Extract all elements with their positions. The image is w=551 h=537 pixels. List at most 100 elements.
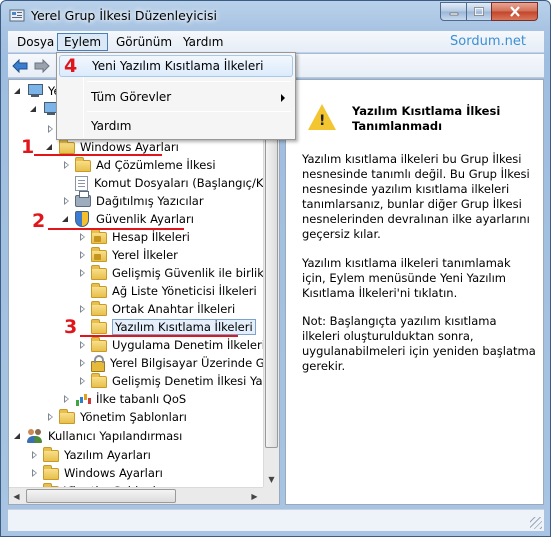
tree-node[interactable]: Güvenlik Ayarları [61,210,194,228]
menu-item-new-software-restriction-policies[interactable]: Yeni Yazılım Kısıtlama İlkeleri [59,55,293,77]
collapse-arrow-icon[interactable] [13,86,23,96]
lock-folder-icon [91,247,107,262]
description-paragraph: Not: Başlangıçta yazılım kısıtlama ilkel… [302,314,536,373]
resize-grip-icon[interactable] [530,517,542,529]
folder-icon [91,373,107,388]
folder-icon [43,447,59,462]
tree-node-label: Hesap İlkeleri [112,230,190,244]
group-policy-app-icon [9,9,25,22]
minimize-button[interactable] [440,2,467,21]
folder-icon [91,301,107,316]
tree-node[interactable]: Gelişmiş Güvenlik ile birlikte W [77,264,279,282]
tree-node-label: Güvenlik Ayarları [96,212,194,226]
title-bar[interactable]: Yerel Grup İlkesi Düzenleyicisi [1,1,550,31]
tree-node[interactable]: Kullanıcı Yapılandırması [13,427,182,445]
tree-horizontal-scrollbar[interactable]: ◀ ▶ [9,487,263,504]
watermark: Sordum.net [450,34,526,49]
annotation-number-4: 4 [64,55,78,77]
tree-node[interactable]: Yerel Bilgisayar Üzerinde Güve [77,354,279,372]
expand-arrow-icon[interactable] [61,160,71,170]
expand-arrow-icon[interactable] [77,250,87,260]
annotation-number-3: 3 [64,316,78,338]
menu-yardim[interactable]: Yardım [177,33,229,51]
expand-arrow-icon[interactable] [77,340,87,350]
minimize-icon [449,12,458,15]
collapse-arrow-icon[interactable] [45,142,55,152]
tree-node-label: Kullanıcı Yapılandırması [48,429,183,443]
printer-icon [75,191,91,207]
tree-node-label: Komut Dosyaları (Başlangıç/Kapa [94,176,280,190]
menu-separator [87,111,291,112]
tree-node-label: Yazılım Kısıtlama İlkeleri [112,319,256,335]
scroll-down-arrow-icon[interactable]: ▼ [264,471,279,488]
expand-arrow-icon[interactable] [77,358,87,368]
collapse-arrow-icon[interactable] [29,104,39,114]
tree-node[interactable]: Hesap İlkeleri [77,228,190,246]
tree-node[interactable]: Dağıtılmış Yazıcılar [61,191,204,210]
menu-item-label: Tüm Görevler [91,90,172,104]
expand-arrow-icon[interactable] [61,196,71,206]
tree-node-label: Dağıtılmış Yazıcılar [96,194,204,208]
expand-arrow-icon[interactable] [29,468,39,478]
tree-node[interactable]: Yerel İlkeler [77,246,178,264]
folder-icon [91,283,107,298]
close-icon [509,6,520,17]
tree-node[interactable]: Yazılım Ayarları [29,446,151,464]
tree-node[interactable]: Yazılım Kısıtlama İlkeleri [77,318,256,336]
menu-item-label: Yeni Yazılım Kısıtlama İlkeleri [92,59,264,73]
menu-item-help[interactable]: Yardım [59,115,293,137]
tree-node[interactable]: Komut Dosyaları (Başlangıç/Kapa [61,174,280,192]
expand-arrow-icon[interactable] [77,304,87,314]
tree-node[interactable]: Ağ Liste Yöneticisi İlkeleri [77,282,257,300]
submenu-arrow-icon [281,94,285,102]
menu-item-label: Yardım [91,119,132,133]
lock-folder-icon [91,229,107,244]
tree-node-label: Windows Ayarları [64,466,163,480]
forward-arrow-icon[interactable] [34,59,50,73]
shield-icon [75,211,89,227]
collapse-arrow-icon[interactable] [13,431,23,441]
console-tree-pane[interactable]: YerelBWindows AyarlarıAd Çözümleme İlkes… [8,79,280,505]
tree-node[interactable]: Windows Ayarları [29,464,163,482]
folder-icon [59,139,75,154]
expand-arrow-icon[interactable] [77,376,87,386]
tree-node[interactable]: İlke tabanlı QoS [61,390,186,408]
scroll-left-arrow-icon[interactable]: ◀ [9,488,24,504]
menu-gorunum[interactable]: Görünüm [110,33,178,51]
computer-icon [27,84,43,98]
tree-node[interactable]: Ad Çözümleme İlkesi [61,156,216,174]
tree-node[interactable]: Gelişmiş Denetim İlkesi Yapıla [77,372,280,390]
maximize-button[interactable] [466,2,492,21]
status-bar [8,509,544,531]
menu-eylem[interactable]: Eylem [57,33,109,51]
description-paragraph: Yazılım kısıtlama ilkeleri bu Grup İlkes… [302,152,530,241]
menu-item-all-tasks[interactable]: Tüm Görevler [59,86,293,108]
tree-node[interactable]: Uygulama Denetim İlkeleri [77,336,265,354]
expand-arrow-icon[interactable] [29,450,39,460]
folder-icon [91,265,107,280]
tree-vertical-scroll-thumb[interactable] [265,98,278,448]
back-arrow-icon[interactable] [12,59,28,73]
scroll-right-arrow-icon[interactable]: ▶ [247,488,262,504]
menu-dosya[interactable]: Dosya [11,33,60,51]
close-button[interactable] [491,2,538,21]
tree-node-label: Gelişmiş Denetim İlkesi Yapıla [112,374,280,388]
collapse-arrow-icon[interactable] [61,214,71,224]
expand-arrow-icon[interactable] [77,268,87,278]
expand-arrow-icon[interactable] [45,412,55,422]
tree-node-label: Ağ Liste Yöneticisi İlkeleri [112,284,257,298]
folder-icon [75,157,91,172]
tree-node-label: Yerel İlkeler [112,248,178,262]
warning-exclamation-icon: ! [319,113,326,129]
expand-arrow-icon[interactable] [61,394,71,404]
description-paragraph: Yazılım kısıtlama ilkeleri tanımlamak iç… [302,256,511,300]
expand-arrow-icon[interactable] [45,124,55,134]
tree-horizontal-scroll-thumb[interactable] [26,489,176,503]
tree-vertical-scrollbar[interactable]: ▲ ▼ [263,80,279,488]
description-title: Yazılım Kısıtlama İlkesi Tanımlanmadı [352,104,501,133]
tree-node[interactable]: Ortak Anahtar İlkeleri [77,300,235,318]
tree-node[interactable]: Yönetim Şablonları [45,408,187,426]
expand-arrow-icon[interactable] [77,232,87,242]
annotation-number-1: 1 [21,136,35,158]
document-icon [75,175,88,191]
